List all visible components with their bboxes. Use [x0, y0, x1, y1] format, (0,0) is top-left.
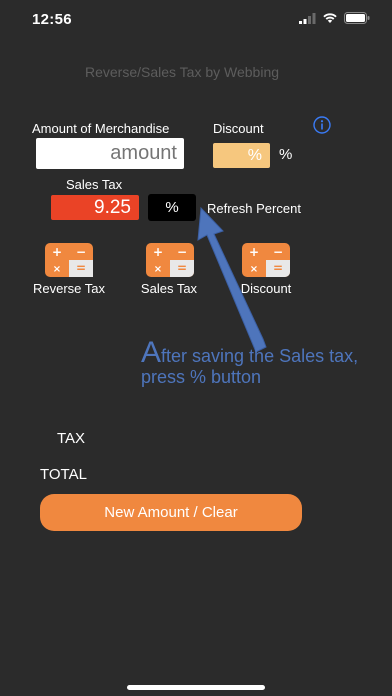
merchandise-label: Amount of Merchandise [32, 121, 170, 136]
svg-text:−: − [76, 245, 86, 259]
info-icon[interactable] [313, 116, 331, 134]
svg-text:×: × [53, 264, 61, 275]
svg-text:×: × [250, 264, 258, 275]
svg-text:+: + [153, 245, 163, 259]
sales-tax-input[interactable]: 9.25 [51, 195, 139, 220]
svg-text:−: − [273, 245, 283, 259]
svg-text:=: = [273, 261, 283, 275]
discount-label: Discount [213, 121, 264, 136]
sales-tax-button[interactable]: + − × = [146, 243, 194, 282]
discount-percent-sign: % [279, 146, 293, 163]
status-time: 12:56 [32, 11, 72, 28]
refresh-percent-label: Refresh Percent [207, 201, 301, 216]
battery-icon [344, 12, 370, 24]
percent-button[interactable]: % [148, 194, 196, 221]
svg-text:=: = [177, 261, 187, 275]
wifi-icon [323, 13, 337, 23]
home-indicator[interactable] [127, 685, 265, 690]
calculator-icon: + − × = [146, 243, 194, 277]
svg-text:−: − [177, 245, 187, 259]
sales-tax-label: Sales Tax [66, 177, 123, 192]
app-title: Reverse/Sales Tax by Webbing [84, 64, 280, 80]
svg-text:=: = [76, 261, 86, 275]
reverse-tax-label: Reverse Tax [32, 281, 105, 296]
calculator-icon: + − × = [45, 243, 93, 277]
status-icons [299, 12, 370, 24]
amount-input[interactable] [36, 138, 184, 169]
hint-text: After saving the Sales tax, press % butt… [141, 338, 381, 388]
total-label: TOTAL [40, 466, 87, 483]
svg-text:+: + [249, 245, 259, 259]
hint-first-letter: A [141, 336, 162, 369]
discount-button[interactable]: + − × = [242, 243, 290, 282]
calculator-icon: + − × = [242, 243, 290, 277]
discount-input[interactable]: % [213, 143, 270, 168]
hint-rest: fter saving the Sales tax, press % butto… [141, 346, 359, 387]
sales-tax-calc-label: Sales Tax [140, 281, 198, 296]
reverse-tax-button[interactable]: + − × = [45, 243, 93, 282]
svg-text:×: × [154, 264, 162, 275]
cellular-signal-icon [299, 12, 316, 24]
svg-text:+: + [52, 245, 62, 259]
discount-calc-label: Discount [240, 281, 292, 296]
new-amount-clear-button[interactable]: New Amount / Clear [40, 494, 302, 531]
tax-label: TAX [57, 430, 86, 447]
